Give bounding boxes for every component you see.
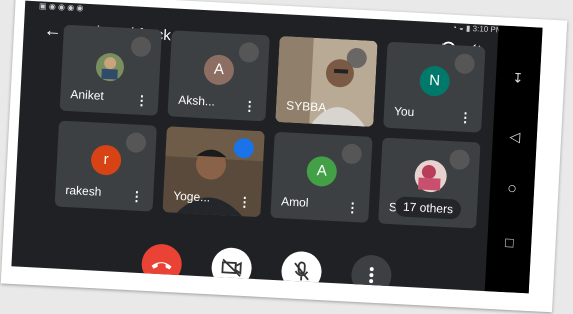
arrow-left-icon[interactable]: ← bbox=[43, 20, 62, 41]
phone-screen: ▣ ◉ ◉ ◉ ◉ ◔ ◒ ▮ 3:10 PM ← vdt-pmkf-yck▶ … bbox=[11, 0, 543, 294]
participant-tile-aksh[interactable]: A Aksh... ⋮ bbox=[167, 30, 270, 122]
avatar: A bbox=[203, 54, 235, 86]
avatar: r bbox=[90, 144, 122, 176]
back-triangle-icon[interactable]: ◁ bbox=[492, 127, 537, 146]
mic-off-icon bbox=[125, 132, 147, 154]
participant-name: Aniket bbox=[70, 87, 105, 103]
participant-tile-aniket[interactable]: Aniket ⋮ bbox=[59, 24, 162, 116]
more-vert-icon[interactable]: ⋮ bbox=[458, 109, 472, 125]
participant-name: Aksh... bbox=[177, 92, 216, 109]
status-left-icons: ▣ ◉ ◉ ◉ ◉ bbox=[38, 1, 84, 13]
participant-tile-you[interactable]: N You ⋮ bbox=[383, 41, 486, 133]
more-vert-icon[interactable]: ⋮ bbox=[243, 98, 257, 114]
mic-off-icon bbox=[454, 53, 476, 75]
participant-tile-rakesh[interactable]: r rakesh ⋮ bbox=[54, 120, 157, 212]
more-vert-icon[interactable]: ⋮ bbox=[238, 194, 252, 210]
recents-square-icon[interactable]: □ bbox=[487, 233, 532, 251]
more-vert-icon[interactable]: ⋮ bbox=[130, 188, 144, 204]
participant-name: SYBBA bbox=[285, 98, 327, 115]
participant-tile-others[interactable]: S 17 others bbox=[378, 137, 481, 229]
participant-name: Amol bbox=[280, 194, 309, 210]
participant-tile-sybba[interactable]: SYBBA bbox=[275, 35, 378, 128]
participant-tile-yoge[interactable]: Yoge... ⋮ bbox=[162, 126, 265, 218]
mic-off-icon bbox=[341, 143, 363, 165]
more-vert-icon[interactable]: ⋮ bbox=[135, 93, 149, 109]
more-vert-icon[interactable]: ⋮ bbox=[346, 200, 360, 216]
avatar: N bbox=[418, 65, 451, 97]
mic-off-icon bbox=[238, 41, 260, 63]
home-circle-icon[interactable]: ○ bbox=[490, 179, 535, 199]
keyboard-down-icon[interactable]: ↧ bbox=[496, 69, 541, 87]
participant-name: Yoge... bbox=[172, 188, 211, 205]
participant-name: You bbox=[393, 104, 415, 120]
participant-name: rakesh bbox=[65, 182, 102, 199]
others-count-badge[interactable]: 17 others bbox=[394, 196, 462, 220]
avatar: A bbox=[306, 155, 338, 188]
status-right-icons: ◔ ◒ ▮ 3:10 PM bbox=[451, 22, 503, 35]
participant-tile-amol[interactable]: A Amol ⋮ bbox=[270, 131, 373, 223]
